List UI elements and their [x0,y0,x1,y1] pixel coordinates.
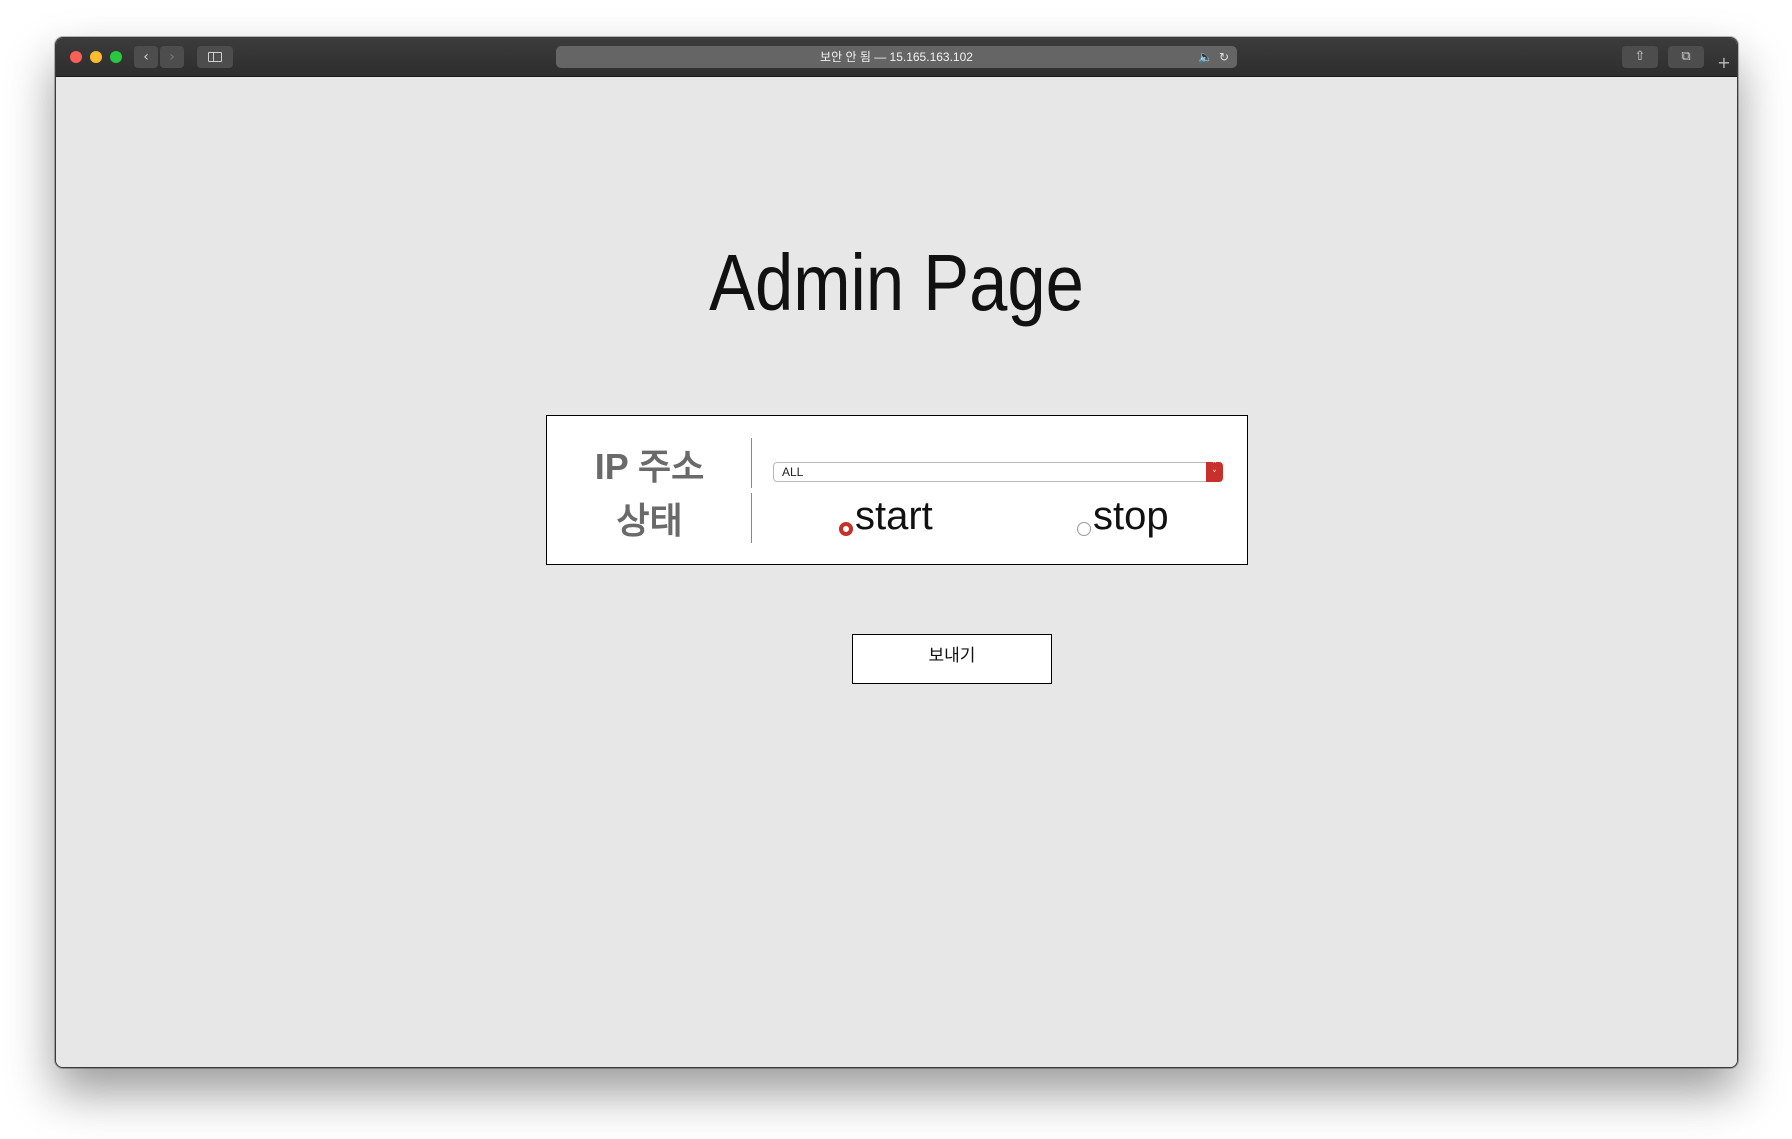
tab-overview-button[interactable]: ⧉ [1668,46,1704,68]
share-icon: ⇧ [1634,49,1646,64]
status-label: 상태 [616,500,683,541]
ip-address-label: IP 주소 [594,446,705,487]
submit-button[interactable]: 보내기 [852,634,1052,684]
browser-window: ‹ › 보안 안 됨 — 15.165.163.102 🔈 ↻ ⇧ ⧉ + Adm… [55,37,1738,1068]
url-text: 보안 안 됨 — 15.165.163.102 [820,50,973,64]
admin-form: IP 주소 ALL ˄ ˅ 상태 start stop [546,415,1248,565]
stop-label: stop [1093,494,1169,538]
page-title: Admin Page [709,238,1084,327]
sidebar-icon [208,52,222,62]
stop-radio-button[interactable] [1077,522,1091,536]
ip-address-select[interactable]: ALL ˄ ˅ [773,462,1223,482]
reload-icon[interactable]: ↻ [1219,50,1229,64]
plus-icon: + [1717,53,1731,72]
zoom-window-button[interactable] [110,51,122,63]
chevron-left-icon: ‹ [143,49,149,65]
address-bar-icons: 🔈 ↻ [1198,46,1229,68]
chevron-right-icon: › [169,49,175,65]
browser-toolbar: ‹ › 보안 안 됨 — 15.165.163.102 🔈 ↻ ⇧ ⧉ + [56,38,1737,77]
back-button[interactable]: ‹ [134,46,158,68]
start-radio-button[interactable] [839,522,853,536]
new-tab-button[interactable]: + [1713,52,1735,74]
start-label: start [855,494,933,538]
ip-address-value: ALL [782,465,804,479]
address-bar[interactable]: 보안 안 됨 — 15.165.163.102 🔈 ↻ [556,46,1237,68]
page-content: Admin Page IP 주소 ALL ˄ ˅ 상태 start stop 보내… [56,77,1737,1067]
forward-button[interactable]: › [160,46,184,68]
share-button[interactable]: ⇧ [1622,46,1658,68]
minimize-window-button[interactable] [90,51,102,63]
divider [751,438,752,488]
divider [751,493,752,543]
tabs-icon: ⧉ [1681,49,1691,64]
close-window-button[interactable] [70,51,82,63]
select-arrows-icon: ˄ ˅ [1206,462,1223,482]
sidebar-toggle-button[interactable] [197,46,233,68]
speaker-icon[interactable]: 🔈 [1198,50,1213,64]
